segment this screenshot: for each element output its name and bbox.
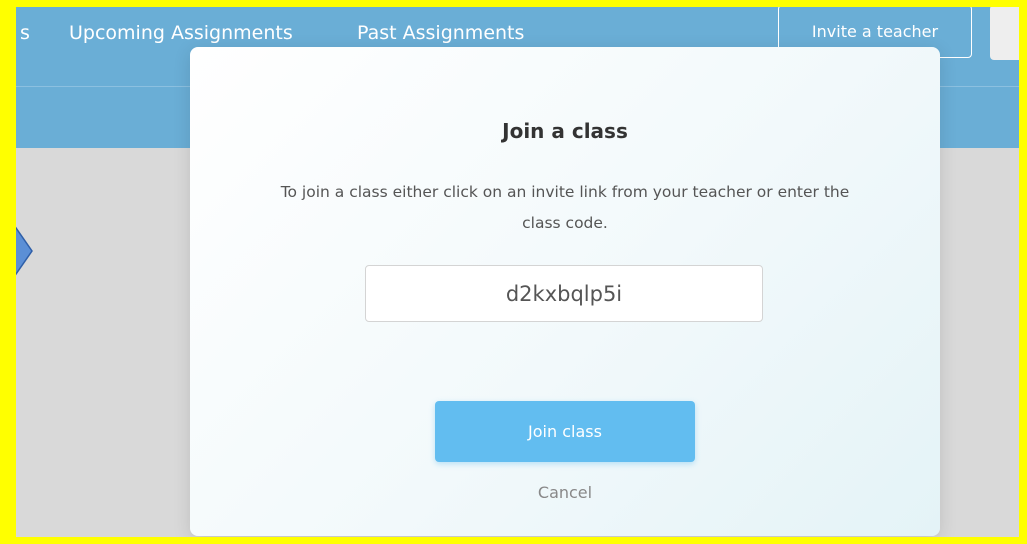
invite-teacher-label: Invite a teacher xyxy=(811,22,939,41)
modal-description: To join a class either click on an invit… xyxy=(280,183,850,232)
modal-title: Join a class xyxy=(502,119,628,143)
header-action-button[interactable] xyxy=(990,7,1019,60)
cancel-link[interactable]: Cancel xyxy=(190,483,940,502)
arrow-right-icon xyxy=(16,226,33,276)
nav-item-partial[interactable]: s xyxy=(20,22,30,44)
join-class-label: Join class xyxy=(528,422,602,441)
nav-item-upcoming-assignments[interactable]: Upcoming Assignments xyxy=(69,22,293,44)
nav-item-past-assignments[interactable]: Past Assignments xyxy=(357,22,524,44)
app-window: s Upcoming Assignments Past Assignments … xyxy=(16,7,1019,537)
join-class-button[interactable]: Join class xyxy=(435,401,695,462)
join-class-modal: Join a class To join a class either clic… xyxy=(190,47,940,536)
class-code-input[interactable] xyxy=(365,265,763,322)
